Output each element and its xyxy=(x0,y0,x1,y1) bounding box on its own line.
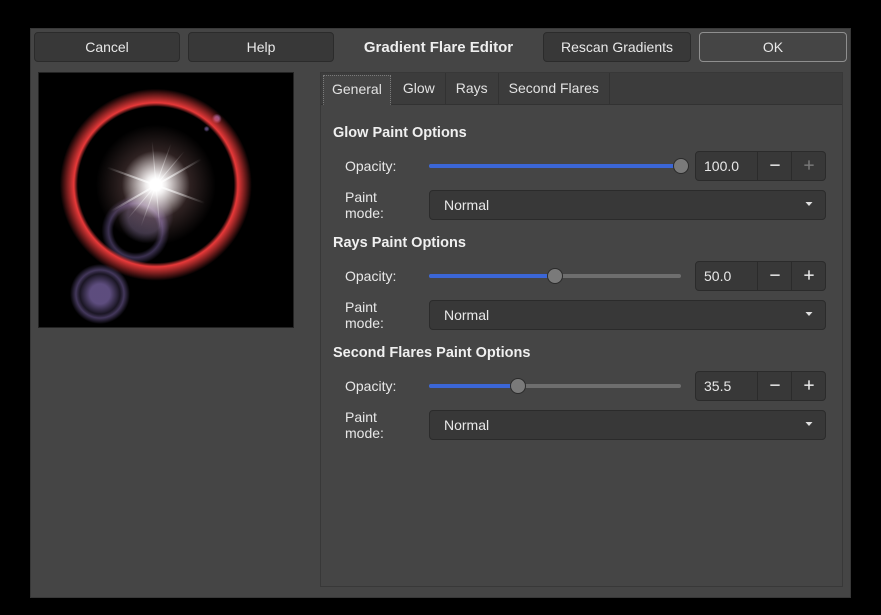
slider-thumb[interactable] xyxy=(673,158,689,174)
row-rays-opacity: Opacity: xyxy=(333,261,826,291)
rays-opacity-increment[interactable] xyxy=(792,261,826,291)
dialog-panel: Cancel Help Gradient Flare Editor Rescan… xyxy=(30,28,851,598)
select-value: Normal xyxy=(444,417,489,433)
tab-second-flares[interactable]: Second Flares xyxy=(499,73,610,104)
second-opacity-increment[interactable] xyxy=(792,371,826,401)
cancel-button[interactable]: Cancel xyxy=(34,32,180,62)
rescan-gradients-button[interactable]: Rescan Gradients xyxy=(543,32,691,62)
second-opacity-input[interactable] xyxy=(695,371,758,401)
preview-ray xyxy=(146,75,166,294)
group-title-rays: Rays Paint Options xyxy=(333,235,826,251)
chevron-down-icon xyxy=(803,417,815,433)
preview-ray xyxy=(118,81,194,288)
row-rays-paint-mode: Paint mode: Normal xyxy=(333,299,826,331)
help-button[interactable]: Help xyxy=(188,32,334,62)
select-value: Normal xyxy=(444,197,489,213)
row-second-paint-mode: Paint mode: Normal xyxy=(333,409,826,441)
label-paint-mode: Paint mode: xyxy=(333,299,415,331)
chevron-down-icon xyxy=(803,197,815,213)
label-paint-mode: Paint mode: xyxy=(333,409,415,441)
row-second-opacity: Opacity: xyxy=(333,371,826,401)
glow-paint-options-group: Glow Paint Options Opacity: xyxy=(333,125,826,221)
plus-icon xyxy=(802,158,816,175)
tab-general[interactable]: General xyxy=(323,75,391,105)
minus-icon xyxy=(768,268,782,285)
tab-bar: General Glow Rays Second Flares xyxy=(321,73,842,105)
rays-opacity-slider[interactable] xyxy=(429,266,681,286)
row-glow-paint-mode: Paint mode: Normal xyxy=(333,189,826,221)
ok-button[interactable]: OK xyxy=(699,32,847,62)
select-value: Normal xyxy=(444,307,489,323)
glow-opacity-decrement[interactable] xyxy=(758,151,792,181)
rays-paint-mode-select[interactable]: Normal xyxy=(429,300,826,330)
tab-glow[interactable]: Glow xyxy=(393,73,446,104)
rays-opacity-spin xyxy=(695,261,826,291)
tab-rays[interactable]: Rays xyxy=(446,73,499,104)
settings-pane: Glow Paint Options Opacity: xyxy=(321,105,842,465)
second-opacity-slider[interactable] xyxy=(429,376,681,396)
label-opacity: Opacity: xyxy=(333,158,415,174)
second-paint-mode-select[interactable]: Normal xyxy=(429,410,826,440)
dialog-title: Gradient Flare Editor xyxy=(342,39,535,56)
rays-opacity-decrement[interactable] xyxy=(758,261,792,291)
glow-paint-mode-select[interactable]: Normal xyxy=(429,190,826,220)
group-title-second-flares: Second Flares Paint Options xyxy=(333,345,826,361)
preview-ray xyxy=(85,100,227,269)
minus-icon xyxy=(768,378,782,395)
slider-fill xyxy=(429,274,555,278)
glow-opacity-increment xyxy=(792,151,826,181)
slider-thumb[interactable] xyxy=(547,268,563,284)
slider-fill xyxy=(429,164,681,168)
second-flares-paint-options-group: Second Flares Paint Options Opacity: xyxy=(333,345,826,441)
second-opacity-spin xyxy=(695,371,826,401)
plus-icon xyxy=(802,378,816,395)
glow-opacity-input[interactable] xyxy=(695,151,758,181)
chevron-down-icon xyxy=(803,307,815,323)
label-opacity: Opacity: xyxy=(333,378,415,394)
rays-paint-options-group: Rays Paint Options Opacity: xyxy=(333,235,826,331)
slider-fill xyxy=(429,384,518,388)
row-glow-opacity: Opacity: xyxy=(333,151,826,181)
preview-column xyxy=(38,72,308,587)
glow-opacity-spin xyxy=(695,151,826,181)
slider-thumb[interactable] xyxy=(510,378,526,394)
minus-icon xyxy=(768,158,782,175)
dialog-body: General Glow Rays Second Flares Glow Pai… xyxy=(31,72,850,594)
dialog-toolbar: Cancel Help Gradient Flare Editor Rescan… xyxy=(31,29,850,72)
label-opacity: Opacity: xyxy=(333,268,415,284)
rays-opacity-input[interactable] xyxy=(695,261,758,291)
plus-icon xyxy=(802,268,816,285)
flare-preview xyxy=(38,72,294,328)
second-opacity-decrement[interactable] xyxy=(758,371,792,401)
glow-opacity-slider[interactable] xyxy=(429,156,681,176)
label-paint-mode: Paint mode: xyxy=(333,189,415,221)
settings-column: General Glow Rays Second Flares Glow Pai… xyxy=(320,72,843,587)
group-title-glow: Glow Paint Options xyxy=(333,125,826,141)
